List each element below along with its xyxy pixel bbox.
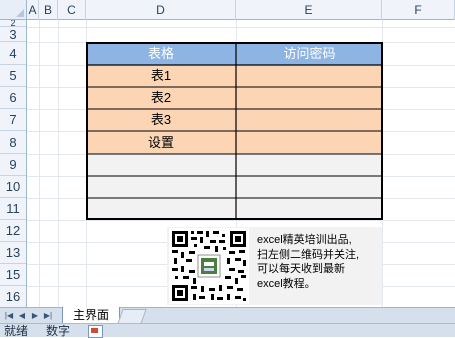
column-header-f[interactable]: F (382, 0, 455, 20)
table-cell-password[interactable] (236, 87, 383, 109)
column-header-d[interactable]: D (86, 0, 236, 20)
column-header-c[interactable]: C (58, 0, 86, 20)
row-header[interactable]: 16 (0, 286, 26, 307)
table-cell-sheet-name[interactable] (86, 154, 236, 176)
row-header[interactable]: 7 (0, 109, 26, 131)
row-header[interactable]: 15 (0, 264, 26, 286)
column-header-e[interactable]: E (236, 0, 382, 20)
table-cell-sheet-name[interactable]: 设置 (86, 131, 236, 154)
qr-code-icon (169, 228, 249, 304)
table-cell-password[interactable] (236, 154, 383, 176)
promo-box: excel精英培训出品, 扫左侧二维码并关注, 可以每天收到最新 excel教程… (167, 227, 382, 305)
promo-line: 扫左侧二维码并关注, (257, 248, 360, 261)
row-header[interactable]: 12 (0, 220, 26, 242)
row-header[interactable]: 11 (0, 198, 26, 220)
promo-line: 可以每天收到最新 (257, 263, 345, 275)
row-header[interactable]: 2 (0, 20, 26, 27)
insert-sheet-icon[interactable] (117, 309, 147, 324)
table-header-sheet[interactable]: 表格 (86, 42, 236, 65)
row-header[interactable]: 8 (0, 131, 26, 154)
password-table: 表格 访问密码 表1 表2 表3 设置 (86, 42, 383, 220)
row-header[interactable]: 13 (0, 242, 26, 264)
promo-line: excel教程。 (257, 277, 316, 290)
table-cell-password[interactable] (236, 65, 383, 87)
prev-sheet-icon[interactable]: ◀ (16, 309, 28, 322)
select-all-corner[interactable] (0, 0, 27, 20)
table-cell-password[interactable] (236, 176, 383, 198)
sheet-tab-bar: |◀ ◀ ▶ ▶| 主界面 (0, 307, 455, 325)
status-bar: 就绪 数字 (0, 323, 455, 338)
column-header-a[interactable]: A (27, 0, 39, 20)
table-cell-sheet-name[interactable] (86, 198, 236, 220)
row-header-strip: 2 3 4 5 6 7 8 9 10 11 12 13 15 16 (0, 20, 27, 307)
row-header[interactable]: 9 (0, 154, 26, 176)
status-ready: 就绪 (4, 324, 29, 338)
first-sheet-icon[interactable]: |◀ (3, 309, 15, 322)
table-cell-sheet-name[interactable]: 表1 (86, 65, 236, 87)
row-header[interactable]: 5 (0, 65, 26, 87)
table-header-password[interactable]: 访问密码 (236, 42, 383, 65)
table-cell-sheet-name[interactable]: 表2 (86, 87, 236, 109)
table-cell-sheet-name[interactable] (86, 176, 236, 198)
column-header-strip: A B C D E F (27, 0, 455, 20)
row-header[interactable]: 10 (0, 176, 26, 198)
status-mode: 数字 (46, 324, 71, 338)
last-sheet-icon[interactable]: ▶| (42, 309, 54, 322)
macro-record-icon[interactable] (88, 325, 103, 338)
table-cell-password[interactable] (236, 198, 383, 220)
table-cell-sheet-name[interactable]: 表3 (86, 109, 236, 131)
promo-line: excel精英培训出品, (257, 234, 352, 246)
column-header-b[interactable]: B (39, 0, 58, 20)
row-header[interactable]: 3 (0, 27, 26, 42)
table-cell-password[interactable] (236, 131, 383, 154)
row-header[interactable]: 4 (0, 42, 26, 65)
row-header[interactable]: 6 (0, 87, 26, 109)
table-cell-password[interactable] (236, 109, 383, 131)
promo-text: excel精英培训出品, 扫左侧二维码并关注, 可以每天收到最新 excel教程… (257, 233, 379, 291)
next-sheet-icon[interactable]: ▶ (29, 309, 41, 322)
